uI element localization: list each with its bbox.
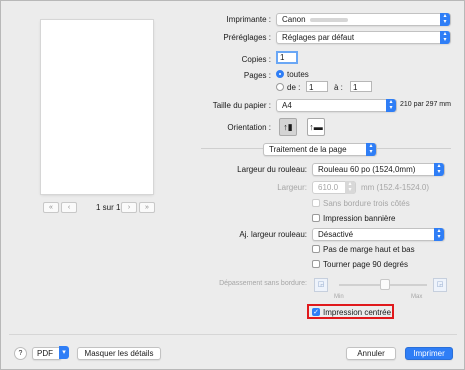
overflow-max-label: Max bbox=[411, 294, 423, 300]
pages-from-label: de : bbox=[287, 83, 301, 92]
help-button[interactable]: ? bbox=[14, 347, 27, 360]
pages-to-field[interactable]: 1 bbox=[350, 81, 372, 92]
no-border-checkbox[interactable] bbox=[312, 199, 320, 207]
roll-width-value: Rouleau 60 po (1524,0mm) bbox=[318, 165, 416, 174]
section-select[interactable]: Traitement de la page ▴ ▾ bbox=[263, 143, 377, 156]
printer-select[interactable]: Canon ▴ ▾ bbox=[276, 13, 451, 26]
adjust-width-select[interactable]: Désactivé ▴ ▾ bbox=[312, 228, 445, 241]
updown-arrows-icon: ▴ ▾ bbox=[366, 143, 376, 156]
updown-arrows-icon: ▴ ▾ bbox=[440, 31, 450, 44]
overflow-min-label: Min bbox=[334, 294, 344, 300]
pdf-menu-button[interactable]: PDF bbox=[32, 347, 62, 360]
roll-width-select[interactable]: Rouleau 60 po (1524,0mm) ▴ ▾ bbox=[312, 163, 445, 176]
pages-from-field[interactable]: 1 bbox=[306, 81, 328, 92]
pages-all-label: toutes bbox=[287, 70, 309, 79]
pages-all-radio[interactable] bbox=[276, 70, 284, 78]
paper-size-dimensions: 210 par 297 mm bbox=[400, 101, 451, 108]
overflow-label: Dépassement sans bordure: bbox=[219, 280, 307, 287]
centered-print-checkbox[interactable]: ✓ bbox=[312, 308, 320, 316]
updown-arrows-icon: ▴ ▾ bbox=[434, 163, 444, 176]
pages-range-radio[interactable] bbox=[276, 83, 284, 91]
paper-size-select[interactable]: A4 ▴ ▾ bbox=[276, 99, 397, 112]
small-overflow-icon: ◲ bbox=[314, 278, 328, 292]
chevron-down-icon[interactable]: ▾ bbox=[59, 346, 69, 359]
banner-label: Impression bannière bbox=[323, 214, 396, 223]
presets-value: Réglages par défaut bbox=[282, 33, 355, 42]
orientation-label: Orientation : bbox=[227, 123, 271, 132]
paper-size-label: Taille du papier : bbox=[212, 101, 271, 110]
bottom-divider bbox=[9, 334, 457, 335]
centered-print-label: Impression centrée bbox=[323, 308, 392, 317]
paper-size-value: A4 bbox=[282, 101, 292, 110]
adjust-width-value: Désactivé bbox=[318, 230, 354, 239]
rotate-checkbox[interactable] bbox=[312, 260, 320, 268]
no-margin-label: Pas de marge haut et bas bbox=[323, 245, 415, 254]
pages-label: Pages : bbox=[243, 71, 271, 80]
no-border-label: Sans bordure trois côtés bbox=[323, 199, 410, 208]
presets-label: Préréglages : bbox=[223, 33, 271, 42]
next-page-button[interactable]: › bbox=[121, 202, 137, 213]
copies-field[interactable]: 1 bbox=[276, 51, 298, 64]
overflow-slider-knob[interactable] bbox=[379, 279, 390, 290]
printer-value: Canon bbox=[282, 15, 306, 24]
first-page-button[interactable]: « bbox=[43, 202, 59, 213]
page-preview bbox=[41, 20, 153, 194]
cancel-button[interactable]: Annuler bbox=[346, 347, 396, 360]
last-page-button[interactable]: » bbox=[139, 202, 155, 213]
presets-select[interactable]: Réglages par défaut ▴ ▾ bbox=[276, 31, 451, 44]
section-value: Traitement de la page bbox=[269, 145, 347, 154]
prev-page-button[interactable]: ‹ bbox=[61, 202, 77, 213]
width-value: 610.0 bbox=[318, 183, 339, 192]
portrait-icon[interactable]: ↑▮ bbox=[279, 118, 297, 136]
print-dialog: « ‹ 1 sur 1 › » Imprimante : Canon ▴ ▾ Pr… bbox=[0, 0, 465, 370]
page-counter: 1 sur 1 bbox=[96, 203, 121, 212]
pages-to-label: à : bbox=[334, 83, 343, 92]
copies-label: Copies : bbox=[241, 55, 271, 64]
updown-arrows-icon: ▴ ▾ bbox=[440, 13, 450, 26]
updown-arrows-icon: ▴ ▾ bbox=[434, 228, 444, 241]
width-stepper[interactable]: 610.0 ▴ ▾ bbox=[312, 181, 356, 194]
width-label: Largeur: bbox=[277, 183, 307, 192]
pdf-label: PDF bbox=[37, 349, 53, 358]
hide-details-button[interactable]: Masquer les détails bbox=[77, 347, 161, 360]
print-button[interactable]: Imprimer bbox=[405, 347, 453, 360]
rotate-label: Tourner page 90 degrés bbox=[323, 260, 408, 269]
no-margin-checkbox[interactable] bbox=[312, 245, 320, 253]
adjust-width-label: Aj. largeur rouleau: bbox=[239, 230, 307, 239]
roll-width-label: Largeur du rouleau: bbox=[237, 165, 307, 174]
landscape-icon[interactable]: ↑▬ bbox=[307, 118, 325, 136]
width-range: mm (152.4-1524.0) bbox=[361, 183, 430, 192]
printer-label: Imprimante : bbox=[226, 15, 271, 24]
printer-model-redacted bbox=[309, 17, 348, 22]
updown-arrows-icon: ▴ ▾ bbox=[345, 181, 355, 194]
banner-checkbox[interactable] bbox=[312, 214, 320, 222]
large-overflow-icon: ◲ bbox=[433, 278, 447, 292]
updown-arrows-icon: ▴ ▾ bbox=[386, 99, 396, 112]
